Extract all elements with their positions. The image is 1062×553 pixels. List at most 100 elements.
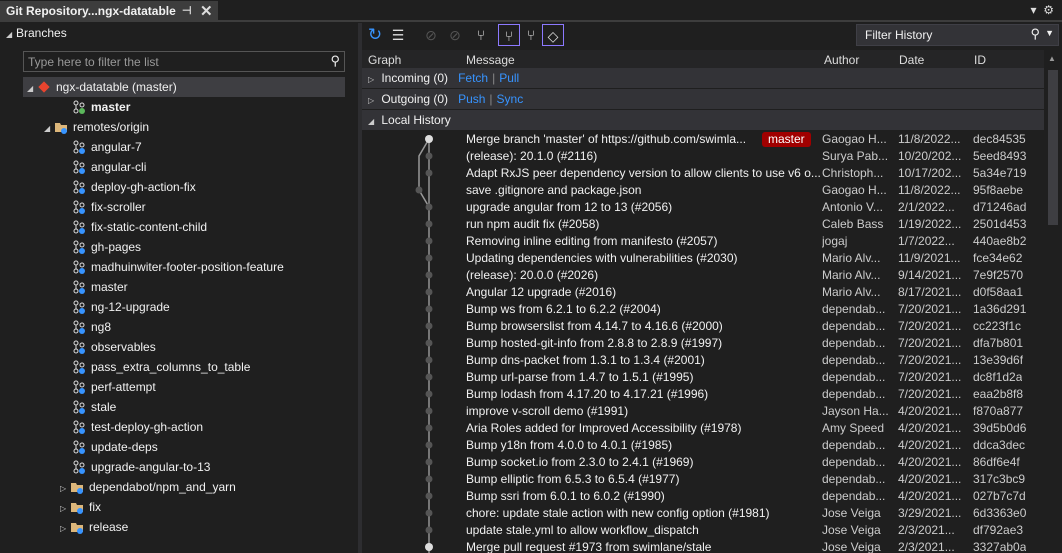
commit-row[interactable]: run npm audit fix (#2058) Caleb Bass 1/19/…	[362, 216, 1044, 233]
col-date[interactable]: Date	[899, 53, 924, 67]
gear-icon[interactable]: ⚙	[1043, 3, 1054, 17]
commit-id: d0f58aa1	[973, 285, 1024, 299]
collapse-icon[interactable]: ◢	[44, 119, 54, 139]
outgoing-section[interactable]: ▷ Outgoing (0) Push | Sync	[362, 89, 1044, 109]
commit-row[interactable]: Adapt RxJS peer dependency version to al…	[362, 165, 1044, 182]
remote-branch-item[interactable]: deploy-gh-action-fix	[72, 177, 196, 197]
commit-row[interactable]: Bump socket.io from 2.3.0 to 2.4.1 (#196…	[362, 454, 1044, 471]
scroll-up-icon[interactable]: ▲	[1048, 54, 1056, 63]
collapse-icon[interactable]: ◢	[27, 79, 37, 99]
dropdown-icon[interactable]: ▾	[1031, 3, 1037, 17]
tab-git-repository[interactable]: Git Repository...ngx-datatable ⊣ ✕	[0, 1, 218, 22]
chevron-down-icon[interactable]: ▼	[1045, 28, 1054, 38]
list-view-icon[interactable]: ☰	[387, 24, 409, 46]
col-author[interactable]: Author	[824, 53, 859, 67]
branch-item-master[interactable]: master	[72, 97, 130, 117]
push-link[interactable]: Push	[458, 92, 485, 106]
pull-link[interactable]: Pull	[499, 71, 519, 85]
remote-branch-item[interactable]: upgrade-angular-to-13	[72, 457, 210, 477]
commit-row[interactable]: save .gitignore and package.json Gaogao H…	[362, 182, 1044, 199]
expand-icon[interactable]: ▷	[60, 519, 70, 539]
expand-icon[interactable]: ▷	[60, 479, 70, 499]
branch-graph-icon[interactable]: ⑂	[470, 24, 492, 46]
remote-branch-item[interactable]: gh-pages	[72, 237, 141, 257]
remotes-origin-folder[interactable]: ◢ remotes/origin	[44, 117, 149, 137]
col-message[interactable]: Message	[466, 53, 515, 67]
commit-row[interactable]: update stale.yml to allow workflow_dispa…	[362, 522, 1044, 539]
refresh-icon[interactable]: ↻	[364, 24, 386, 46]
show-remote-branches-icon[interactable]: ⑂	[520, 24, 542, 46]
branch-folder[interactable]: ▷ release	[60, 517, 128, 537]
expand-icon[interactable]: ▷	[368, 96, 378, 105]
fetch-link[interactable]: Fetch	[458, 71, 488, 85]
filter-history-input[interactable]: Filter History ⚲ ▼	[856, 24, 1059, 46]
branch-filter-input[interactable]: Type here to filter the list ⚲	[23, 51, 345, 72]
commit-row[interactable]: Bump lodash from 4.17.20 to 4.17.21 (#19…	[362, 386, 1044, 403]
remote-branch-item[interactable]: fix-scroller	[72, 197, 146, 217]
commit-author: Christoph...	[822, 166, 884, 180]
remote-branch-item[interactable]: ng8	[72, 317, 111, 337]
remote-branch-item[interactable]: angular-7	[72, 137, 142, 157]
commit-message: Aria Roles added for Improved Accessibil…	[466, 421, 742, 435]
branches-header[interactable]: ◢ Branches	[6, 26, 67, 40]
remote-branch-item[interactable]: master	[72, 277, 128, 297]
commit-row[interactable]: Updating dependencies with vulnerabiliti…	[362, 250, 1044, 267]
col-graph[interactable]: Graph	[368, 53, 401, 67]
commit-row[interactable]: (release): 20.1.0 (#2116) Surya Pab... 10/…	[362, 148, 1044, 165]
remote-branch-item[interactable]: perf-attempt	[72, 377, 156, 397]
remote-branch-item[interactable]: ng-12-upgrade	[72, 297, 170, 317]
show-local-branches-icon[interactable]: ⑂	[498, 24, 520, 46]
commit-row[interactable]: Removing inline editing from manifesto (…	[362, 233, 1044, 250]
commit-row[interactable]: Merge pull request #1973 from swimlane/s…	[362, 539, 1044, 553]
remote-branch-item[interactable]: angular-cli	[72, 157, 146, 177]
branch-tag-badge[interactable]: master	[762, 132, 811, 147]
commit-row[interactable]: improve v-scroll demo (#1991) Jayson Ha..…	[362, 403, 1044, 420]
branch-folder[interactable]: ▷ fix	[60, 497, 101, 517]
commit-row[interactable]: Bump url-parse from 1.4.7 to 1.5.1 (#199…	[362, 369, 1044, 386]
commit-row[interactable]: Merge branch 'master' of https://github.…	[362, 131, 1044, 148]
branch-label: ng8	[91, 320, 112, 334]
commit-row[interactable]: Bump dns-packet from 1.3.1 to 1.3.4 (#20…	[362, 352, 1044, 369]
close-icon[interactable]: ✕	[200, 2, 213, 20]
expand-icon[interactable]: ▷	[368, 75, 378, 84]
incoming-section[interactable]: ▷ Incoming (0) Fetch | Pull	[362, 68, 1044, 88]
commit-row[interactable]: Bump ws from 6.2.1 to 6.2.2 (#2004) depen…	[362, 301, 1044, 318]
vertical-scrollbar[interactable]: ▲	[1044, 50, 1062, 553]
remote-branch-item[interactable]: pass_extra_columns_to_table	[72, 357, 250, 377]
commit-row[interactable]: Bump browserslist from 4.14.7 to 4.16.6 …	[362, 318, 1044, 335]
remote-branch-item[interactable]: madhuinwiter-footer-position-feature	[72, 257, 284, 277]
commit-row[interactable]: chore: update stale action with new conf…	[362, 505, 1044, 522]
remote-branch-item[interactable]: fix-static-content-child	[72, 217, 207, 237]
commit-row[interactable]: Angular 12 upgrade (#2016) Mario Alv... 8/…	[362, 284, 1044, 301]
pin-icon[interactable]: ⊣	[182, 4, 192, 17]
expand-icon[interactable]: ▷	[60, 499, 70, 519]
commit-row[interactable]: Aria Roles added for Improved Accessibil…	[362, 420, 1044, 437]
branch-folder[interactable]: ▷ dependabot/npm_and_yarn	[60, 477, 236, 497]
commit-row[interactable]: (release): 20.0.0 (#2026) Mario Alv... 9/1…	[362, 267, 1044, 284]
remote-branch-item[interactable]: stale	[72, 397, 116, 417]
search-icon[interactable]: ⚲	[1030, 26, 1040, 42]
repo-node[interactable]: ◢ ngx-datatable (master)	[23, 77, 345, 97]
commit-date: 4/20/2021...	[898, 489, 962, 503]
commit-date: 1/19/2022...	[898, 217, 962, 231]
show-tags-icon[interactable]: ◇	[542, 24, 564, 46]
commit-row[interactable]: Bump y18n from 4.0.0 to 4.0.1 (#1985) dep…	[362, 437, 1044, 454]
commit-message: (release): 20.0.0 (#2026)	[466, 268, 599, 282]
commit-message: improve v-scroll demo (#1991)	[466, 404, 629, 418]
remote-branch-item[interactable]: update-deps	[72, 437, 158, 457]
collapse-icon[interactable]: ◢	[368, 117, 378, 126]
commit-id: dec84535	[973, 132, 1026, 146]
scrollbar-thumb[interactable]	[1048, 70, 1058, 225]
sync-link[interactable]: Sync	[497, 92, 524, 106]
commit-author: dependab...	[822, 438, 886, 452]
search-icon[interactable]: ⚲	[330, 53, 340, 69]
remote-branch-item[interactable]: observables	[72, 337, 156, 357]
commit-row[interactable]: Bump hosted-git-info from 2.8.8 to 2.8.9…	[362, 335, 1044, 352]
remote-branch-item[interactable]: test-deploy-gh-action	[72, 417, 203, 437]
local-history-section[interactable]: ◢ Local History	[362, 110, 1044, 130]
commit-row[interactable]: Bump ssri from 6.0.1 to 6.0.2 (#1990) dep…	[362, 488, 1044, 505]
commit-row[interactable]: upgrade angular from 12 to 13 (#2056) Ant…	[362, 199, 1044, 216]
col-id[interactable]: ID	[974, 53, 986, 67]
commit-date: 11/8/2022...	[898, 132, 961, 146]
commit-row[interactable]: Bump elliptic from 6.5.3 to 6.5.4 (#1977…	[362, 471, 1044, 488]
